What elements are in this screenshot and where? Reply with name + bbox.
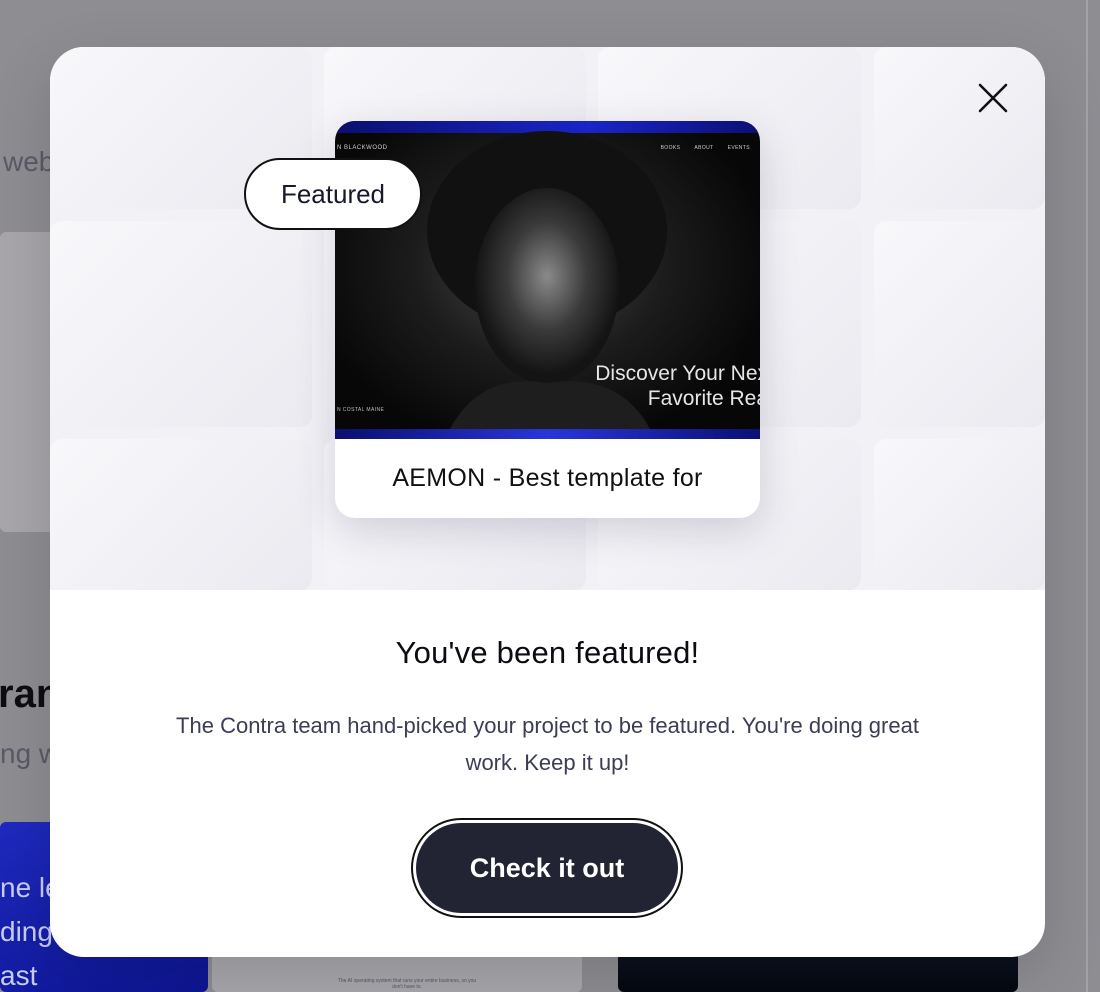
grid-tile bbox=[874, 439, 1045, 590]
preview-nav-item: ABOUT bbox=[694, 145, 714, 151]
modal-title: You've been featured! bbox=[395, 635, 700, 670]
contra-tagline: The AI operating system that runs your e… bbox=[337, 978, 477, 990]
background-text-fragment: web bbox=[3, 146, 55, 177]
preview-headline: Discover Your Nex Favorite Rea bbox=[595, 361, 760, 411]
background-text-fragment: ast bbox=[0, 960, 38, 991]
page-scrollbar[interactable] bbox=[1086, 0, 1088, 992]
cta-button-outline: Check it out bbox=[411, 818, 683, 918]
preview-headline-line: Favorite Rea bbox=[647, 387, 760, 410]
preview-nav: BOOKS ABOUT EVENTS bbox=[661, 145, 750, 151]
grid-tile bbox=[50, 221, 312, 427]
check-it-out-button[interactable]: Check it out bbox=[416, 823, 678, 913]
preview-brand: N BLACKWOOD bbox=[337, 145, 388, 151]
close-icon bbox=[978, 83, 1008, 113]
featured-badge: Featured bbox=[244, 158, 422, 230]
project-title: AEMON - Best template for bbox=[392, 464, 703, 492]
close-button[interactable] bbox=[972, 77, 1014, 119]
preview-footer: N COSTAL MAINE bbox=[337, 407, 385, 413]
modal-hero: N BLACKWOOD BOOKS ABOUT EVENTS Discover … bbox=[50, 47, 1045, 590]
grid-tile bbox=[50, 439, 312, 590]
grid-tile bbox=[874, 47, 1045, 209]
thumbnail-accent-bar bbox=[335, 429, 760, 439]
featured-modal: N BLACKWOOD BOOKS ABOUT EVENTS Discover … bbox=[50, 47, 1045, 957]
preview-nav-item: EVENTS bbox=[727, 145, 750, 151]
preview-headline-line: Discover Your Nex bbox=[595, 362, 760, 385]
preview-nav-item: BOOKS bbox=[660, 145, 681, 151]
modal-description: The Contra team hand-picked your project… bbox=[176, 713, 919, 775]
grid-tile bbox=[874, 221, 1045, 427]
